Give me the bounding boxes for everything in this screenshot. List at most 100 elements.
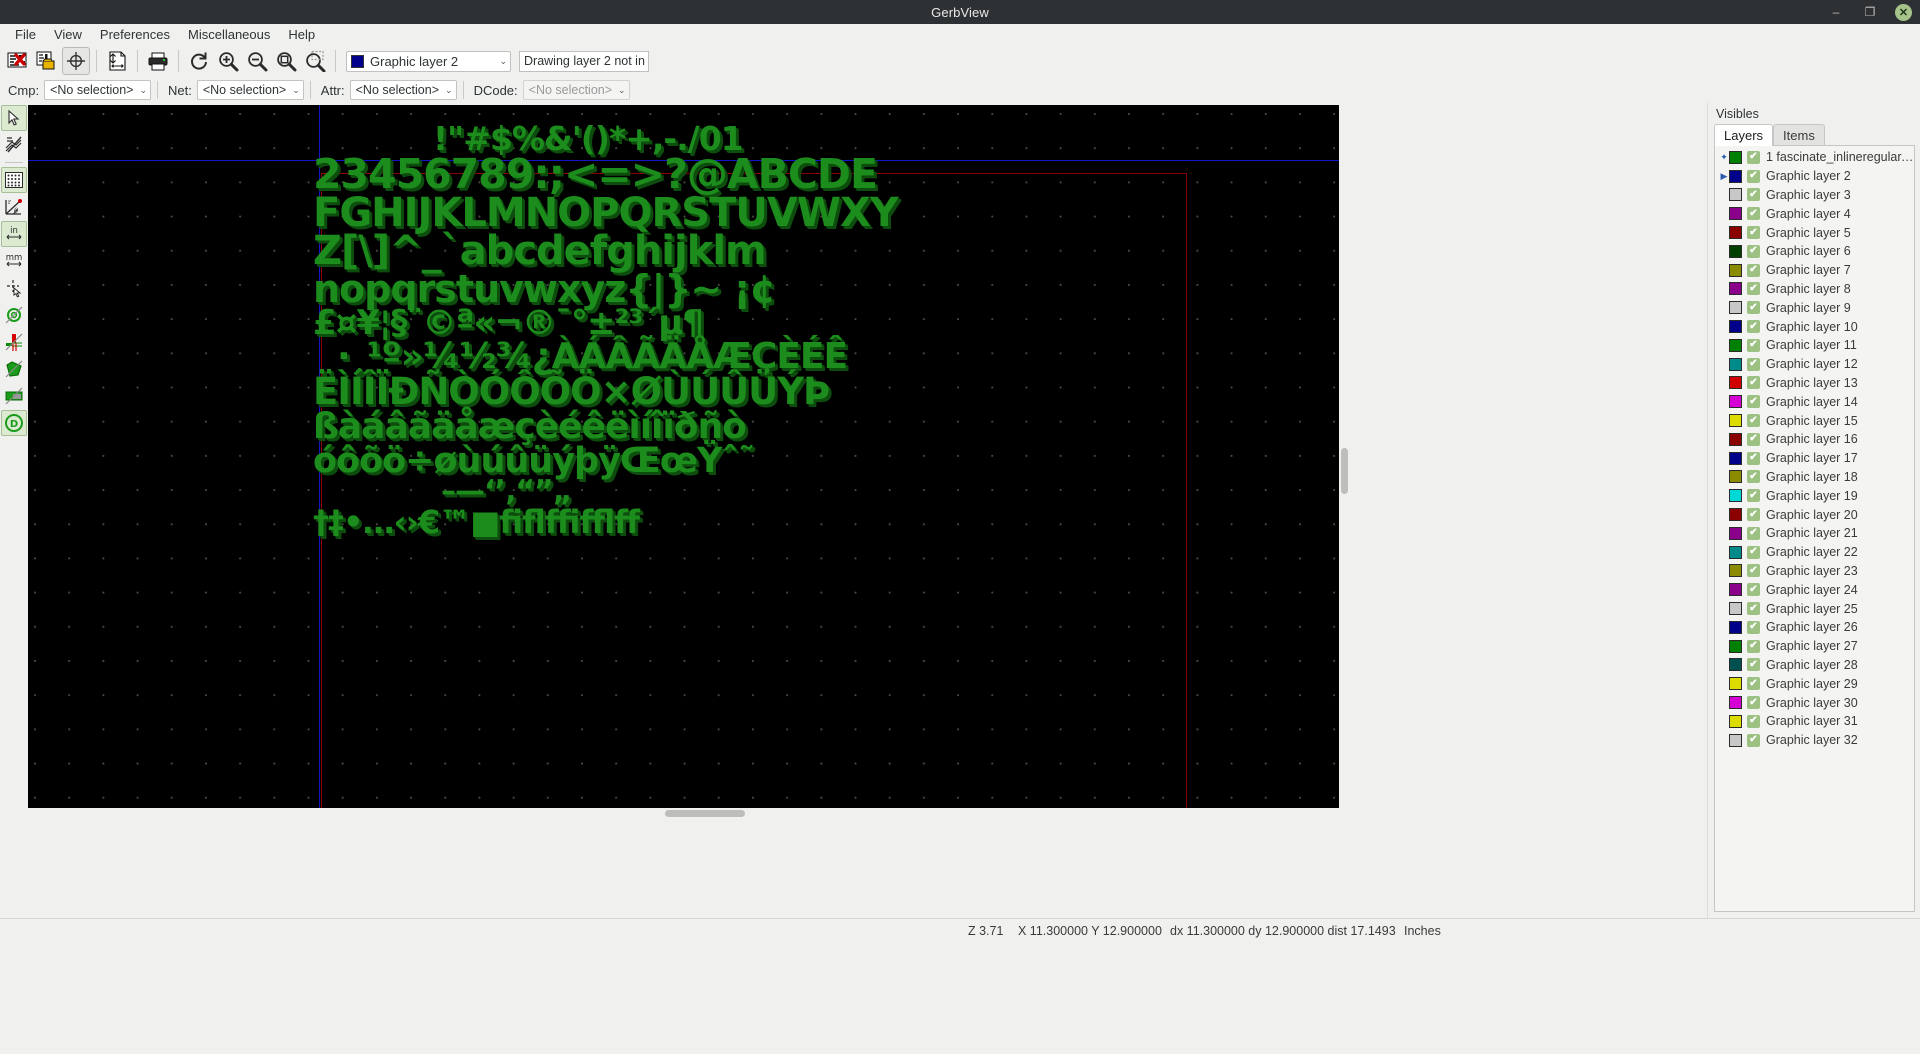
- layer-visibility-checkbox[interactable]: ✔: [1747, 602, 1760, 616]
- layer-visibility-checkbox[interactable]: ✔: [1747, 733, 1760, 747]
- layer-visibility-checkbox[interactable]: ✔: [1747, 470, 1760, 484]
- menu-item-view[interactable]: View: [45, 25, 91, 45]
- layer-row-29[interactable]: ✔ Graphic layer 29: [1715, 674, 1914, 693]
- layer-color-swatch[interactable]: [1729, 451, 1742, 465]
- layer-color-swatch[interactable]: [1729, 357, 1742, 371]
- dcode-select[interactable]: <No selection> ⌄: [522, 80, 630, 100]
- no-drc-icon[interactable]: [1, 132, 27, 158]
- layer-color-swatch[interactable]: [1729, 620, 1742, 634]
- layer-visibility-checkbox[interactable]: ✔: [1747, 301, 1760, 315]
- layer-row-24[interactable]: ✔ Graphic layer 24: [1715, 580, 1914, 599]
- layer-color-swatch[interactable]: [1729, 432, 1742, 446]
- layer-row-26[interactable]: ✔ Graphic layer 26: [1715, 618, 1914, 637]
- units-millimeters-icon[interactable]: mm: [1, 248, 27, 274]
- layer-visibility-checkbox[interactable]: ✔: [1747, 188, 1760, 202]
- layer-row-17[interactable]: ✔ Graphic layer 17: [1715, 449, 1914, 468]
- menu-item-help[interactable]: Help: [279, 25, 324, 45]
- layer-row-16[interactable]: ✔ Graphic layer 16: [1715, 430, 1914, 449]
- zoom-out-icon[interactable]: [243, 47, 271, 75]
- set-origin-icon[interactable]: [62, 47, 90, 75]
- layer-color-swatch[interactable]: [1729, 602, 1742, 616]
- layer-row-20[interactable]: ✔ Graphic layer 20: [1715, 505, 1914, 524]
- net-select[interactable]: <No selection> ⌄: [196, 80, 304, 100]
- layer-visibility-checkbox[interactable]: ✔: [1747, 244, 1760, 258]
- layer-color-swatch[interactable]: [1729, 639, 1742, 653]
- layer-color-swatch[interactable]: [1729, 677, 1742, 691]
- attr-select[interactable]: <No selection> ⌄: [349, 80, 457, 100]
- layer-visibility-checkbox[interactable]: ✔: [1747, 338, 1760, 352]
- grid-display-icon[interactable]: [1, 167, 27, 193]
- layer-color-swatch[interactable]: [1729, 301, 1742, 315]
- layer-row-30[interactable]: ✔ Graphic layer 30: [1715, 693, 1914, 712]
- show-dcodes-icon[interactable]: D: [1, 410, 27, 436]
- layer-row-13[interactable]: ✔ Graphic layer 13: [1715, 374, 1914, 393]
- layer-visibility-checkbox[interactable]: ✔: [1747, 451, 1760, 465]
- layer-color-swatch[interactable]: [1729, 282, 1742, 296]
- menu-item-file[interactable]: File: [6, 25, 45, 45]
- layer-visibility-checkbox[interactable]: ✔: [1747, 226, 1760, 240]
- show-pads-sketch-icon[interactable]: [1, 302, 27, 328]
- negative-objects-icon[interactable]: [1, 383, 27, 409]
- open-gerber-file-icon[interactable]: [33, 47, 61, 75]
- layer-visibility-checkbox[interactable]: ✔: [1747, 583, 1760, 597]
- layer-color-swatch[interactable]: [1729, 226, 1742, 240]
- layer-row-32[interactable]: ✔ Graphic layer 32: [1715, 731, 1914, 750]
- layer-color-swatch[interactable]: [1729, 188, 1742, 202]
- layer-row-23[interactable]: ✔ Graphic layer 23: [1715, 562, 1914, 581]
- page-settings-icon[interactable]: [103, 47, 131, 75]
- layer-row-12[interactable]: ✔ Graphic layer 12: [1715, 355, 1914, 374]
- layer-visibility-checkbox[interactable]: ✔: [1747, 432, 1760, 446]
- print-icon[interactable]: [144, 47, 172, 75]
- layer-color-swatch[interactable]: [1729, 733, 1742, 747]
- layer-row-21[interactable]: ✔ Graphic layer 21: [1715, 524, 1914, 543]
- zoom-fit-icon[interactable]: [272, 47, 300, 75]
- close-button[interactable]: ✕: [1895, 3, 1912, 21]
- menu-item-preferences[interactable]: Preferences: [91, 25, 179, 45]
- layer-row-28[interactable]: ✔ Graphic layer 28: [1715, 656, 1914, 675]
- layer-visibility-checkbox[interactable]: ✔: [1747, 620, 1760, 634]
- layer-color-swatch[interactable]: [1729, 714, 1742, 728]
- scrollbar-thumb[interactable]: [665, 810, 745, 817]
- layer-row-6[interactable]: ✔ Graphic layer 6: [1715, 242, 1914, 261]
- layer-color-swatch[interactable]: [1729, 545, 1742, 559]
- layers-list[interactable]: ✦ ✔ 1 fascinate_inlineregular.gto ▶ ✔ Graphic…: [1714, 145, 1915, 912]
- layer-visibility-checkbox[interactable]: ✔: [1747, 376, 1760, 390]
- menu-item-miscellaneous[interactable]: Miscellaneous: [179, 25, 279, 45]
- minimize-button[interactable]: –: [1827, 3, 1845, 21]
- layer-visibility-checkbox[interactable]: ✔: [1747, 714, 1760, 728]
- layer-row-27[interactable]: ✔ Graphic layer 27: [1715, 637, 1914, 656]
- layer-row-7[interactable]: ✔ Graphic layer 7: [1715, 261, 1914, 280]
- canvas-horizontal-scrollbar[interactable]: [28, 808, 1339, 819]
- layer-row-4[interactable]: ✔ Graphic layer 4: [1715, 204, 1914, 223]
- layer-row-15[interactable]: ✔ Graphic layer 15: [1715, 411, 1914, 430]
- layer-color-swatch[interactable]: [1729, 169, 1742, 183]
- layer-row-25[interactable]: ✔ Graphic layer 25: [1715, 599, 1914, 618]
- layer-color-swatch[interactable]: [1729, 320, 1742, 334]
- layer-visibility-checkbox[interactable]: ✔: [1747, 395, 1760, 409]
- layer-visibility-checkbox[interactable]: ✔: [1747, 545, 1760, 559]
- gerber-canvas[interactable]: !"#$%&'()*+,-./01 23456789:;<=>?@ABCDE F…: [28, 105, 1339, 808]
- active-layer-select[interactable]: Graphic layer 2 ⌄: [346, 50, 511, 72]
- show-polygons-sketch-icon[interactable]: [1, 356, 27, 382]
- layer-row-1[interactable]: ✦ ✔ 1 fascinate_inlineregular.gto: [1715, 148, 1914, 167]
- layer-visibility-checkbox[interactable]: ✔: [1747, 489, 1760, 503]
- layer-color-swatch[interactable]: [1729, 526, 1742, 540]
- cursor-shape-icon[interactable]: [1, 275, 27, 301]
- layer-row-22[interactable]: ✔ Graphic layer 22: [1715, 543, 1914, 562]
- layer-row-5[interactable]: ✔ Graphic layer 5: [1715, 223, 1914, 242]
- units-inches-icon[interactable]: in: [1, 221, 27, 247]
- layer-visibility-checkbox[interactable]: ✔: [1747, 320, 1760, 334]
- layer-visibility-checkbox[interactable]: ✔: [1747, 263, 1760, 277]
- layer-row-31[interactable]: ✔ Graphic layer 31: [1715, 712, 1914, 731]
- layer-color-swatch[interactable]: [1729, 508, 1742, 522]
- layer-color-swatch[interactable]: [1729, 414, 1742, 428]
- layer-color-swatch[interactable]: [1729, 395, 1742, 409]
- clear-layers-icon[interactable]: [4, 47, 32, 75]
- cursor-arrow-icon[interactable]: [1, 105, 27, 131]
- layer-visibility-checkbox[interactable]: ✔: [1747, 639, 1760, 653]
- zoom-in-icon[interactable]: [214, 47, 242, 75]
- layer-visibility-checkbox[interactable]: ✔: [1747, 414, 1760, 428]
- layer-color-swatch[interactable]: [1729, 583, 1742, 597]
- layer-visibility-checkbox[interactable]: ✔: [1747, 658, 1760, 672]
- layer-color-swatch[interactable]: [1729, 696, 1742, 709]
